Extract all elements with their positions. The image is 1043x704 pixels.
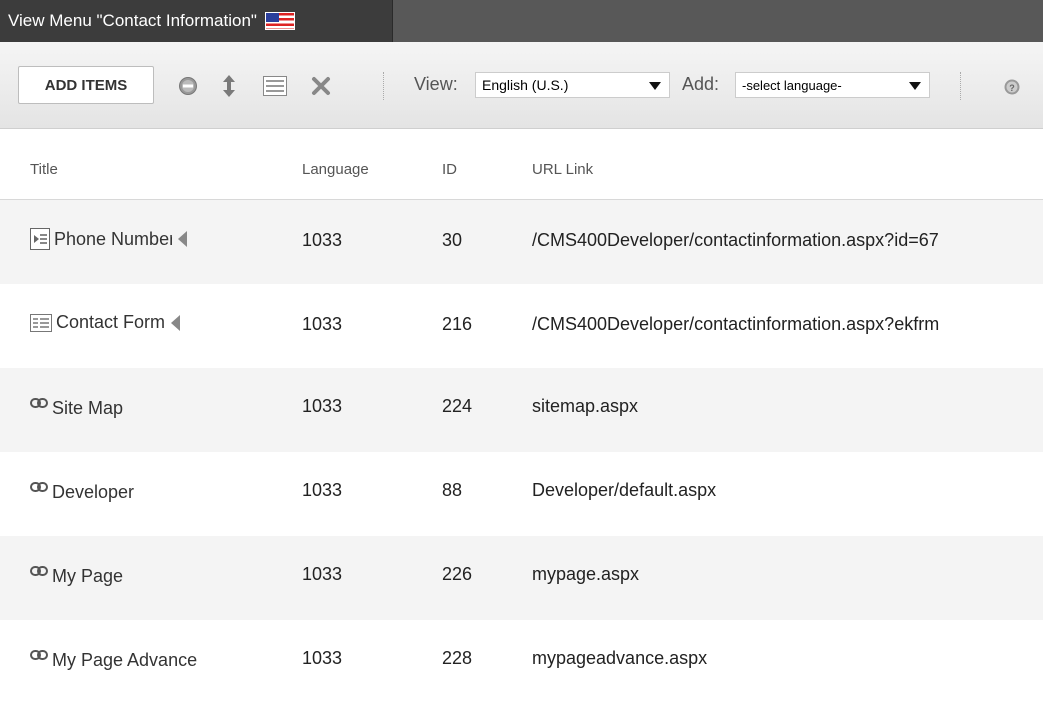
row-id: 224	[442, 396, 473, 416]
remove-icon[interactable]	[177, 75, 199, 97]
us-flag-icon	[264, 12, 295, 30]
row-title-cell[interactable]: Phone Numbers	[30, 228, 187, 250]
row-title-cell[interactable]: Site Map	[30, 397, 123, 419]
table-row[interactable]: Contact Form 1033 216/CMS400Developer/cont…	[0, 284, 1043, 368]
table-row[interactable]: My Page 1033 226 mypage.aspx	[0, 536, 1043, 620]
row-id: 88	[442, 480, 463, 500]
view-language-value: English (U.S.)	[482, 77, 569, 93]
row-title[interactable]: My Page	[52, 566, 123, 587]
table-row[interactable]: Developer 1033 88 Developer/default.aspx	[0, 452, 1043, 536]
row-url: Developer/default.aspx	[532, 480, 717, 500]
submenu-arrow-icon[interactable]	[171, 314, 181, 331]
link-icon	[30, 565, 48, 576]
reorder-icon[interactable]	[220, 73, 238, 99]
view-language-select[interactable]: English (U.S.)	[475, 72, 670, 98]
add-items-button[interactable]: ADD ITEMS	[18, 66, 154, 104]
form-icon	[30, 313, 52, 332]
row-title[interactable]: My Page Advance	[52, 650, 197, 671]
row-url: /CMS400Developer/contactinformation.aspx…	[532, 230, 939, 250]
table-row[interactable]: My Page Advance 1033 228 mypageadvance.aspx	[0, 620, 1043, 704]
view-label: View:	[414, 74, 458, 94]
chevron-down-icon	[909, 82, 921, 90]
column-id[interactable]: ID	[442, 161, 457, 178]
row-language: 1033	[302, 230, 343, 250]
row-language: 1033	[302, 396, 343, 416]
row-id: 216	[442, 314, 473, 334]
svg-text:?: ?	[1009, 83, 1015, 93]
row-title-cell[interactable]: Developer	[30, 481, 134, 503]
chevron-down-icon	[649, 82, 661, 90]
column-url[interactable]: URL Link	[532, 161, 593, 178]
table-row[interactable]: Phone Numbers 1033 30/CMS400Developer/cont…	[0, 200, 1043, 284]
toolbar-separator	[960, 72, 962, 100]
row-language: 1033	[302, 648, 343, 668]
add-label: Add:	[682, 74, 720, 94]
link-icon	[30, 481, 48, 492]
row-id: 228	[442, 648, 473, 668]
row-language: 1033	[302, 564, 343, 584]
row-url: sitemap.aspx	[532, 396, 639, 416]
add-language-value: -select language-	[742, 77, 842, 93]
row-title-cell[interactable]: My Page	[30, 565, 123, 587]
row-language: 1033	[302, 314, 343, 334]
table-row[interactable]: Site Map 1033 224 sitemap.aspx	[0, 368, 1043, 452]
row-title[interactable]: Phone Numbers	[54, 229, 172, 250]
row-id: 226	[442, 564, 473, 584]
row-title[interactable]: Site Map	[52, 398, 123, 419]
content-icon	[30, 228, 50, 250]
submenu-arrow-icon[interactable]	[178, 231, 187, 247]
row-title[interactable]: Contact Form	[56, 312, 165, 333]
row-url: /CMS400Developer/contactinformation.aspx…	[532, 314, 940, 334]
delete-icon[interactable]	[310, 75, 332, 97]
column-title[interactable]: Title	[30, 161, 58, 178]
add-language-select[interactable]: -select language-	[735, 72, 930, 98]
toolbar-separator	[383, 72, 385, 100]
title-bar: View Menu "Contact Information"	[0, 0, 1043, 42]
page-title: View Menu "Contact Information"	[8, 11, 257, 30]
row-url: mypage.aspx	[532, 564, 640, 584]
row-id: 30	[442, 230, 463, 250]
properties-icon[interactable]	[262, 75, 288, 97]
link-icon	[30, 649, 48, 660]
row-title[interactable]: Developer	[52, 482, 134, 503]
table-header: Title Language ID URL Link	[0, 129, 1043, 200]
title-tab: View Menu "Contact Information"	[0, 0, 393, 42]
toolbar: ADD ITEMS View: English (U.S.) Add: -sel…	[0, 42, 1043, 129]
column-language[interactable]: Language	[302, 161, 369, 178]
help-icon[interactable]: ?	[1003, 78, 1021, 96]
row-url: mypageadvance.aspx	[532, 648, 708, 668]
row-title-cell[interactable]: My Page Advance	[30, 649, 197, 671]
row-title-cell[interactable]: Contact Form	[30, 312, 181, 333]
link-icon	[30, 397, 48, 408]
row-language: 1033	[302, 480, 343, 500]
